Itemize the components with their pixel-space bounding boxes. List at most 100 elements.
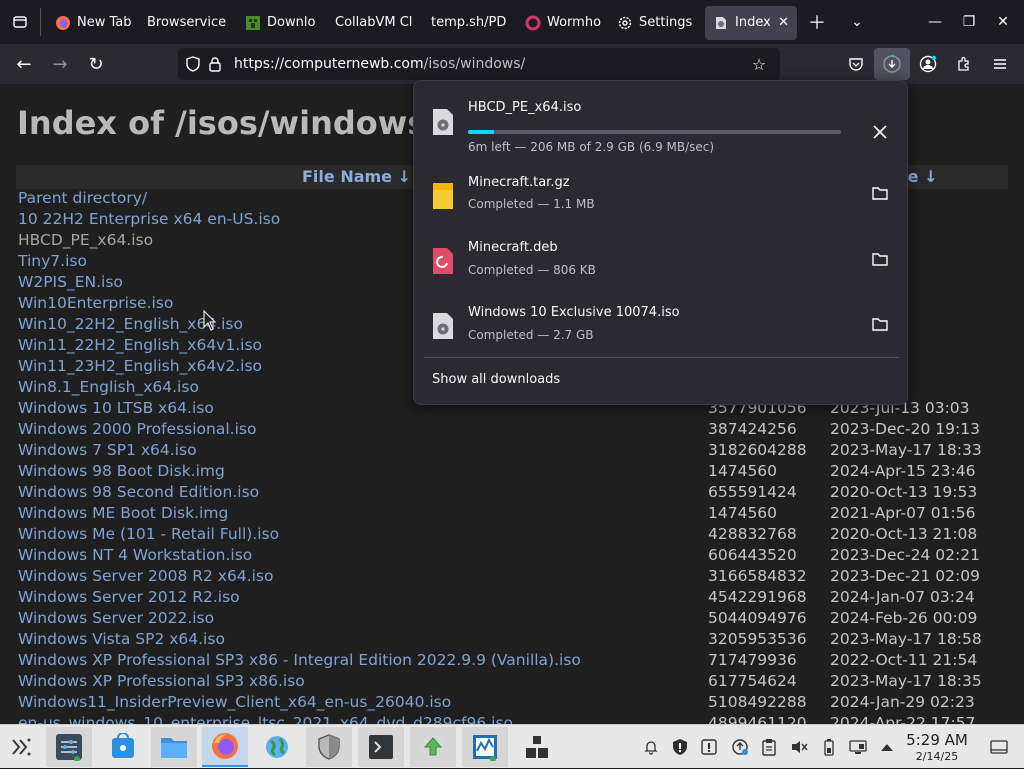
file-link[interactable]: Windows 7 SP1 x64.iso	[18, 441, 197, 459]
file-link[interactable]: Windows Vista SP2 x64.iso	[18, 630, 225, 648]
file-link[interactable]: Win10Enterprise.iso	[18, 294, 173, 312]
file-date: 2020-Oct-13 19:53	[830, 483, 978, 501]
download-item-minecraft-tar[interactable]: Minecraft.tar.gz Completed — 1.1 MB	[414, 161, 909, 225]
cancel-download-button[interactable]	[868, 120, 892, 144]
new-tab-button[interactable]: ＋	[797, 0, 837, 44]
tray-expand[interactable]	[874, 725, 900, 769]
taskbar-file-manager[interactable]	[151, 727, 197, 767]
file-link[interactable]: Windows 10 LTSB x64.iso	[18, 399, 214, 417]
tray-volume[interactable]	[786, 725, 812, 769]
tray-alert[interactable]	[696, 725, 722, 769]
file-link[interactable]: Windows Server 2022.iso	[18, 609, 214, 627]
tray-network[interactable]	[845, 725, 871, 769]
downloads-button[interactable]	[874, 48, 910, 80]
file-link[interactable]: Windows Me (101 - Retail Full).iso	[18, 525, 279, 543]
file-link[interactable]: Windows 98 Second Edition.iso	[18, 483, 259, 501]
show-all-downloads-button[interactable]: Show all downloads	[432, 372, 560, 387]
mouse-cursor-icon	[203, 310, 217, 331]
plus-icon: ＋	[808, 13, 826, 34]
file-link[interactable]: HBCD_PE_x64.iso	[18, 231, 153, 249]
tab-list-button[interactable]	[0, 0, 40, 44]
file-link[interactable]: Parent directory/	[18, 189, 147, 207]
file-link[interactable]: Windows NT 4 Workstation.iso	[18, 546, 252, 564]
tab-new-tab[interactable]: New Tab	[47, 6, 139, 40]
file-size: 617754624	[708, 672, 797, 690]
forward-button[interactable]: →	[42, 48, 78, 80]
close-window-button[interactable]: ✕	[986, 0, 1020, 44]
tab-browservice[interactable]: Browservice	[139, 6, 237, 40]
tray-clipboard[interactable]	[756, 725, 782, 769]
back-button[interactable]: ←	[6, 48, 42, 80]
file-link[interactable]: Windows 98 Boot Disk.img	[18, 462, 225, 480]
tracking-protection-icon[interactable]	[182, 48, 204, 80]
url-bar[interactable]: https://computernewb.com/isos/windows/ ☆	[178, 48, 780, 80]
file-date: 2020-Oct-13 21:08	[830, 525, 978, 543]
tab-settings[interactable]: Settings	[609, 6, 703, 40]
file-link[interactable]: Windows Server 2008 R2 x64.iso	[18, 567, 274, 585]
file-date: 2024-Jan-07 03:24	[830, 588, 975, 606]
taskbar-security-app[interactable]	[306, 727, 352, 767]
taskbar-discover[interactable]	[100, 727, 146, 767]
file-link[interactable]: Win11_22H2_English_x64v1.iso	[18, 336, 262, 354]
taskbar-activity-monitor[interactable]	[462, 727, 508, 767]
taskbar-updater[interactable]	[410, 727, 456, 767]
tab-wormhole[interactable]: Wormho	[517, 6, 609, 40]
folder-icon	[872, 253, 888, 266]
tab-collabvm[interactable]: CollabVM Cl	[327, 6, 423, 40]
extensions-button[interactable]	[946, 48, 982, 80]
folder-icon	[161, 738, 187, 758]
file-link[interactable]: Windows Server 2012 R2.iso	[18, 588, 240, 606]
download-item-hbcd[interactable]: HBCD_PE_x64.iso 6m left — 206 MB of 2.9 …	[414, 89, 909, 154]
bookmark-star-icon[interactable]: ☆	[748, 48, 770, 80]
column-header-file-name[interactable]: File Name ↓	[302, 167, 411, 186]
file-size: 5108492288	[708, 693, 807, 711]
shield-warning-icon	[673, 739, 687, 755]
file-link[interactable]: Windows 2000 Professional.iso	[18, 420, 256, 438]
app-menu-button[interactable]	[982, 48, 1018, 80]
tab-index-active[interactable]: Index ✕	[705, 5, 797, 40]
file-link[interactable]: W2PIS_EN.iso	[18, 273, 123, 291]
tray-battery[interactable]	[816, 725, 842, 769]
list-all-tabs-button[interactable]: ⌄	[837, 0, 877, 44]
taskbar-firefox[interactable]	[202, 727, 248, 767]
file-link[interactable]: Win8.1_English_x64.iso	[18, 378, 199, 396]
restore-button[interactable]: ❐	[952, 0, 986, 44]
tab-label: Browservice	[147, 15, 227, 30]
reload-button[interactable]: ↻	[78, 48, 114, 80]
taskbar-system-settings[interactable]	[46, 727, 92, 767]
tab-temp-sh[interactable]: temp.sh/PD	[423, 6, 517, 40]
file-link[interactable]: Windows XP Professional SP3 x86 - Integr…	[18, 651, 581, 669]
lock-icon[interactable]	[204, 48, 226, 80]
tab-download[interactable]: Downlo	[237, 6, 327, 40]
minimize-button[interactable]: —	[918, 0, 952, 44]
show-in-folder-button[interactable]	[868, 247, 892, 271]
taskbar-globe-app[interactable]	[254, 727, 300, 767]
file-link[interactable]: Windows11_InsiderPreview_Client_x64_en-u…	[18, 693, 451, 711]
close-tab-icon[interactable]: ✕	[778, 15, 789, 30]
file-link[interactable]: Windows XP Professional SP3 x86.iso	[18, 672, 305, 690]
tray-security-shield[interactable]	[667, 725, 693, 769]
url-text[interactable]: https://computernewb.com/isos/windows/	[234, 56, 525, 72]
account-button[interactable]	[910, 48, 946, 80]
tab-label: Settings	[639, 15, 693, 30]
tray-update[interactable]	[727, 725, 753, 769]
pocket-button[interactable]	[838, 48, 874, 80]
download-item-minecraft-deb[interactable]: Minecraft.deb Completed — 806 KB	[414, 227, 909, 291]
file-link[interactable]: Windows ME Boot Disk.img	[18, 504, 228, 522]
tray-notifications[interactable]	[638, 725, 664, 769]
discover-store-icon	[112, 733, 134, 758]
peek-desktop-button[interactable]	[986, 725, 1012, 769]
taskbar-show-desktop[interactable]	[514, 727, 560, 767]
taskbar-clock[interactable]: 5:29 AM 2/14/25	[898, 731, 976, 763]
show-in-folder-button[interactable]	[868, 312, 892, 336]
download-item-windows-10-exclusive[interactable]: Windows 10 Exclusive 10074.iso Completed…	[414, 292, 909, 356]
show-in-folder-button[interactable]	[868, 181, 892, 205]
restore-icon: ❐	[962, 14, 976, 30]
tab-label: Wormho	[547, 15, 601, 30]
file-link[interactable]: Tiny7.iso	[18, 252, 87, 270]
file-link[interactable]: 10 22H2 Enterprise x64 en-US.iso	[18, 210, 280, 228]
file-link[interactable]: Win11_23H2_English_x64v2.iso	[18, 357, 262, 375]
taskbar-terminal[interactable]	[358, 727, 404, 767]
app-launcher-button[interactable]	[0, 727, 42, 767]
file-link[interactable]: en-us_windows_10_enterprise_ltsc_2021_x6…	[18, 714, 513, 724]
